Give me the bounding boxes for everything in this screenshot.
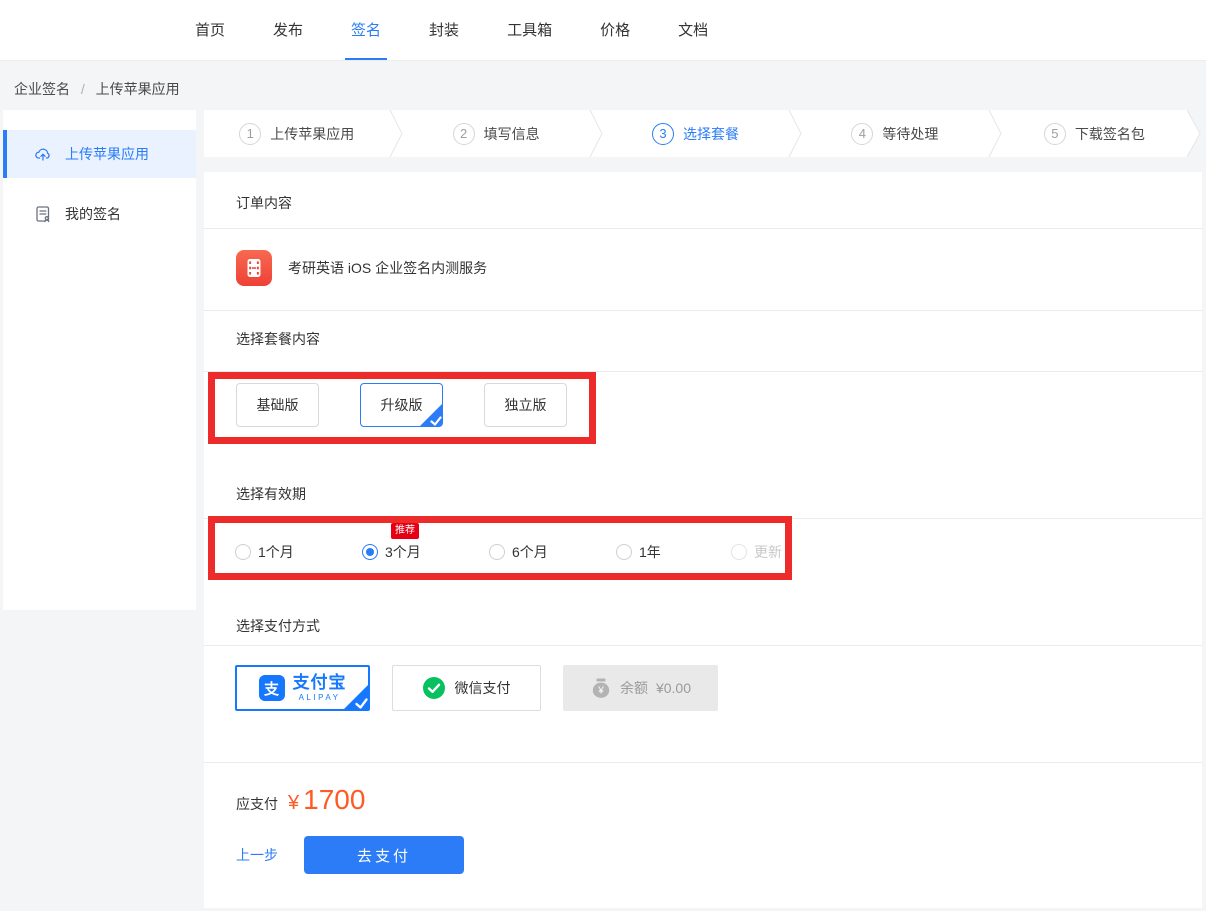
step-label: 上传苹果应用 [270, 124, 354, 144]
step-label: 等待处理 [882, 124, 938, 144]
validity-options-row: 1个月 3个月 6个月 1年 更新 [235, 534, 782, 570]
package-option-upgrade[interactable]: 升级版 [360, 383, 443, 427]
divider [204, 228, 1202, 229]
section-title-payment: 选择支付方式 [236, 616, 320, 636]
section-title-package: 选择套餐内容 [236, 329, 320, 349]
sidebar-item-label: 上传苹果应用 [65, 144, 149, 164]
chevron-separator-icon [788, 110, 802, 157]
signature-document-icon [34, 205, 52, 223]
payment-summary: 应支付 ¥ 1700 [236, 784, 365, 816]
step-number: 1 [239, 123, 261, 145]
amount-due-value: 1700 [303, 784, 365, 816]
payment-method-alipay[interactable]: 支 支付宝 ALIPAY [235, 665, 370, 711]
go-pay-button[interactable]: 去支付 [304, 836, 464, 874]
step-5-download: 5 下载签名包 [1002, 123, 1187, 145]
validity-option-1-year[interactable]: 1年 [616, 542, 731, 562]
nav-item-publish[interactable]: 发布 [273, 0, 303, 60]
package-option-basic[interactable]: 基础版 [236, 383, 319, 427]
divider [204, 762, 1202, 763]
radio-label: 3个月 [385, 542, 421, 562]
divider [204, 518, 1202, 519]
radio-label: 1年 [639, 542, 661, 562]
film-app-icon [236, 250, 272, 286]
radio-selected-icon [362, 544, 378, 560]
actions-row: 上一步 去支付 [236, 836, 464, 874]
step-number: 4 [851, 123, 873, 145]
wechat-pay-icon [423, 677, 445, 699]
validity-option-renew: 更新 [731, 542, 782, 562]
chevron-end-cap-icon [1187, 110, 1202, 157]
step-3-choose-plan: 3 选择套餐 [603, 123, 788, 145]
chevron-separator-icon [389, 110, 403, 157]
validity-option-1-month[interactable]: 1个月 [235, 542, 362, 562]
radio-label: 6个月 [512, 542, 548, 562]
breadcrumb: 企业签名 / 上传苹果应用 [14, 79, 180, 99]
sidebar-item-upload-apple-app[interactable]: 上传苹果应用 [3, 130, 196, 178]
package-option-label: 升级版 [381, 395, 423, 415]
step-label: 选择套餐 [683, 124, 739, 144]
section-title-validity: 选择有效期 [236, 484, 306, 504]
validity-option-3-months[interactable]: 3个月 [362, 542, 489, 562]
divider [204, 371, 1202, 372]
nav-item-packaging[interactable]: 封装 [429, 0, 459, 60]
top-nav-bar: 首页 发布 签名 封装 工具箱 价格 文档 [0, 0, 1206, 61]
radio-icon [235, 544, 251, 560]
balance-amount: ¥0.00 [656, 680, 691, 696]
selected-check-icon [343, 684, 369, 710]
order-card: 订单内容 考研英语 iOS 企业签名内测服务 选择套餐内容 基础版 升级版 [204, 172, 1202, 908]
radio-icon [489, 544, 505, 560]
alipay-logo-icon: 支 [259, 675, 285, 701]
divider [204, 310, 1202, 311]
step-number: 3 [652, 123, 674, 145]
breadcrumb-parent[interactable]: 企业签名 [14, 81, 70, 97]
sidebar-item-label: 我的签名 [65, 204, 121, 224]
chevron-separator-icon [988, 110, 1002, 157]
currency-symbol: ¥ [288, 792, 299, 815]
sidebar-item-my-signatures[interactable]: 我的签名 [3, 192, 196, 236]
chevron-separator-icon [589, 110, 603, 157]
radio-disabled-icon [731, 544, 747, 560]
nav-item-docs[interactable]: 文档 [678, 0, 708, 60]
main-nav: 首页 发布 签名 封装 工具箱 价格 文档 [195, 0, 708, 60]
payment-method-label: 余额 [620, 678, 648, 698]
order-app-name: 考研英语 iOS 企业签名内测服务 [288, 258, 487, 278]
nav-item-toolbox[interactable]: 工具箱 [507, 0, 552, 60]
nav-item-home[interactable]: 首页 [195, 0, 225, 60]
step-number: 2 [453, 123, 475, 145]
breadcrumb-separator: / [74, 81, 92, 97]
package-option-standalone[interactable]: 独立版 [484, 383, 567, 427]
payment-method-label: 微信支付 [455, 678, 511, 698]
payment-method-wechat[interactable]: 微信支付 [392, 665, 541, 711]
cloud-upload-icon [34, 145, 52, 163]
step-label: 填写信息 [484, 124, 540, 144]
alipay-wordmark: 支付宝 ALIPAY [293, 674, 347, 702]
breadcrumb-current: 上传苹果应用 [96, 81, 180, 97]
radio-label: 1个月 [258, 542, 294, 562]
step-1-upload: 1 上传苹果应用 [204, 123, 389, 145]
package-options-row: 基础版 升级版 独立版 [236, 383, 567, 427]
order-app-row: 考研英语 iOS 企业签名内测服务 [236, 250, 487, 286]
radio-icon [616, 544, 632, 560]
step-2-fill-info: 2 填写信息 [403, 123, 588, 145]
step-4-waiting: 4 等待处理 [802, 123, 987, 145]
money-bag-icon: ¥ [590, 677, 612, 699]
svg-text:¥: ¥ [597, 686, 604, 697]
step-label: 下载签名包 [1075, 124, 1145, 144]
payment-method-balance: ¥ 余额 ¥0.00 [563, 665, 718, 711]
nav-item-pricing[interactable]: 价格 [600, 0, 630, 60]
radio-label: 更新 [754, 542, 782, 562]
previous-step-link[interactable]: 上一步 [236, 845, 278, 865]
validity-option-6-months[interactable]: 6个月 [489, 542, 616, 562]
section-title-order: 订单内容 [236, 193, 292, 213]
payment-methods-row: 支 支付宝 ALIPAY 微信支付 ¥ 余额 ¥0.00 [235, 665, 718, 711]
nav-item-signing[interactable]: 签名 [345, 0, 387, 60]
sidebar: 上传苹果应用 我的签名 [3, 110, 196, 610]
divider [204, 645, 1202, 646]
selected-check-icon [419, 403, 443, 427]
step-progress-bar: 1 上传苹果应用 2 填写信息 3 选择套餐 4 等待处理 5 下载签名包 [204, 110, 1202, 157]
amount-due-label: 应支付 [236, 794, 278, 814]
step-number: 5 [1044, 123, 1066, 145]
